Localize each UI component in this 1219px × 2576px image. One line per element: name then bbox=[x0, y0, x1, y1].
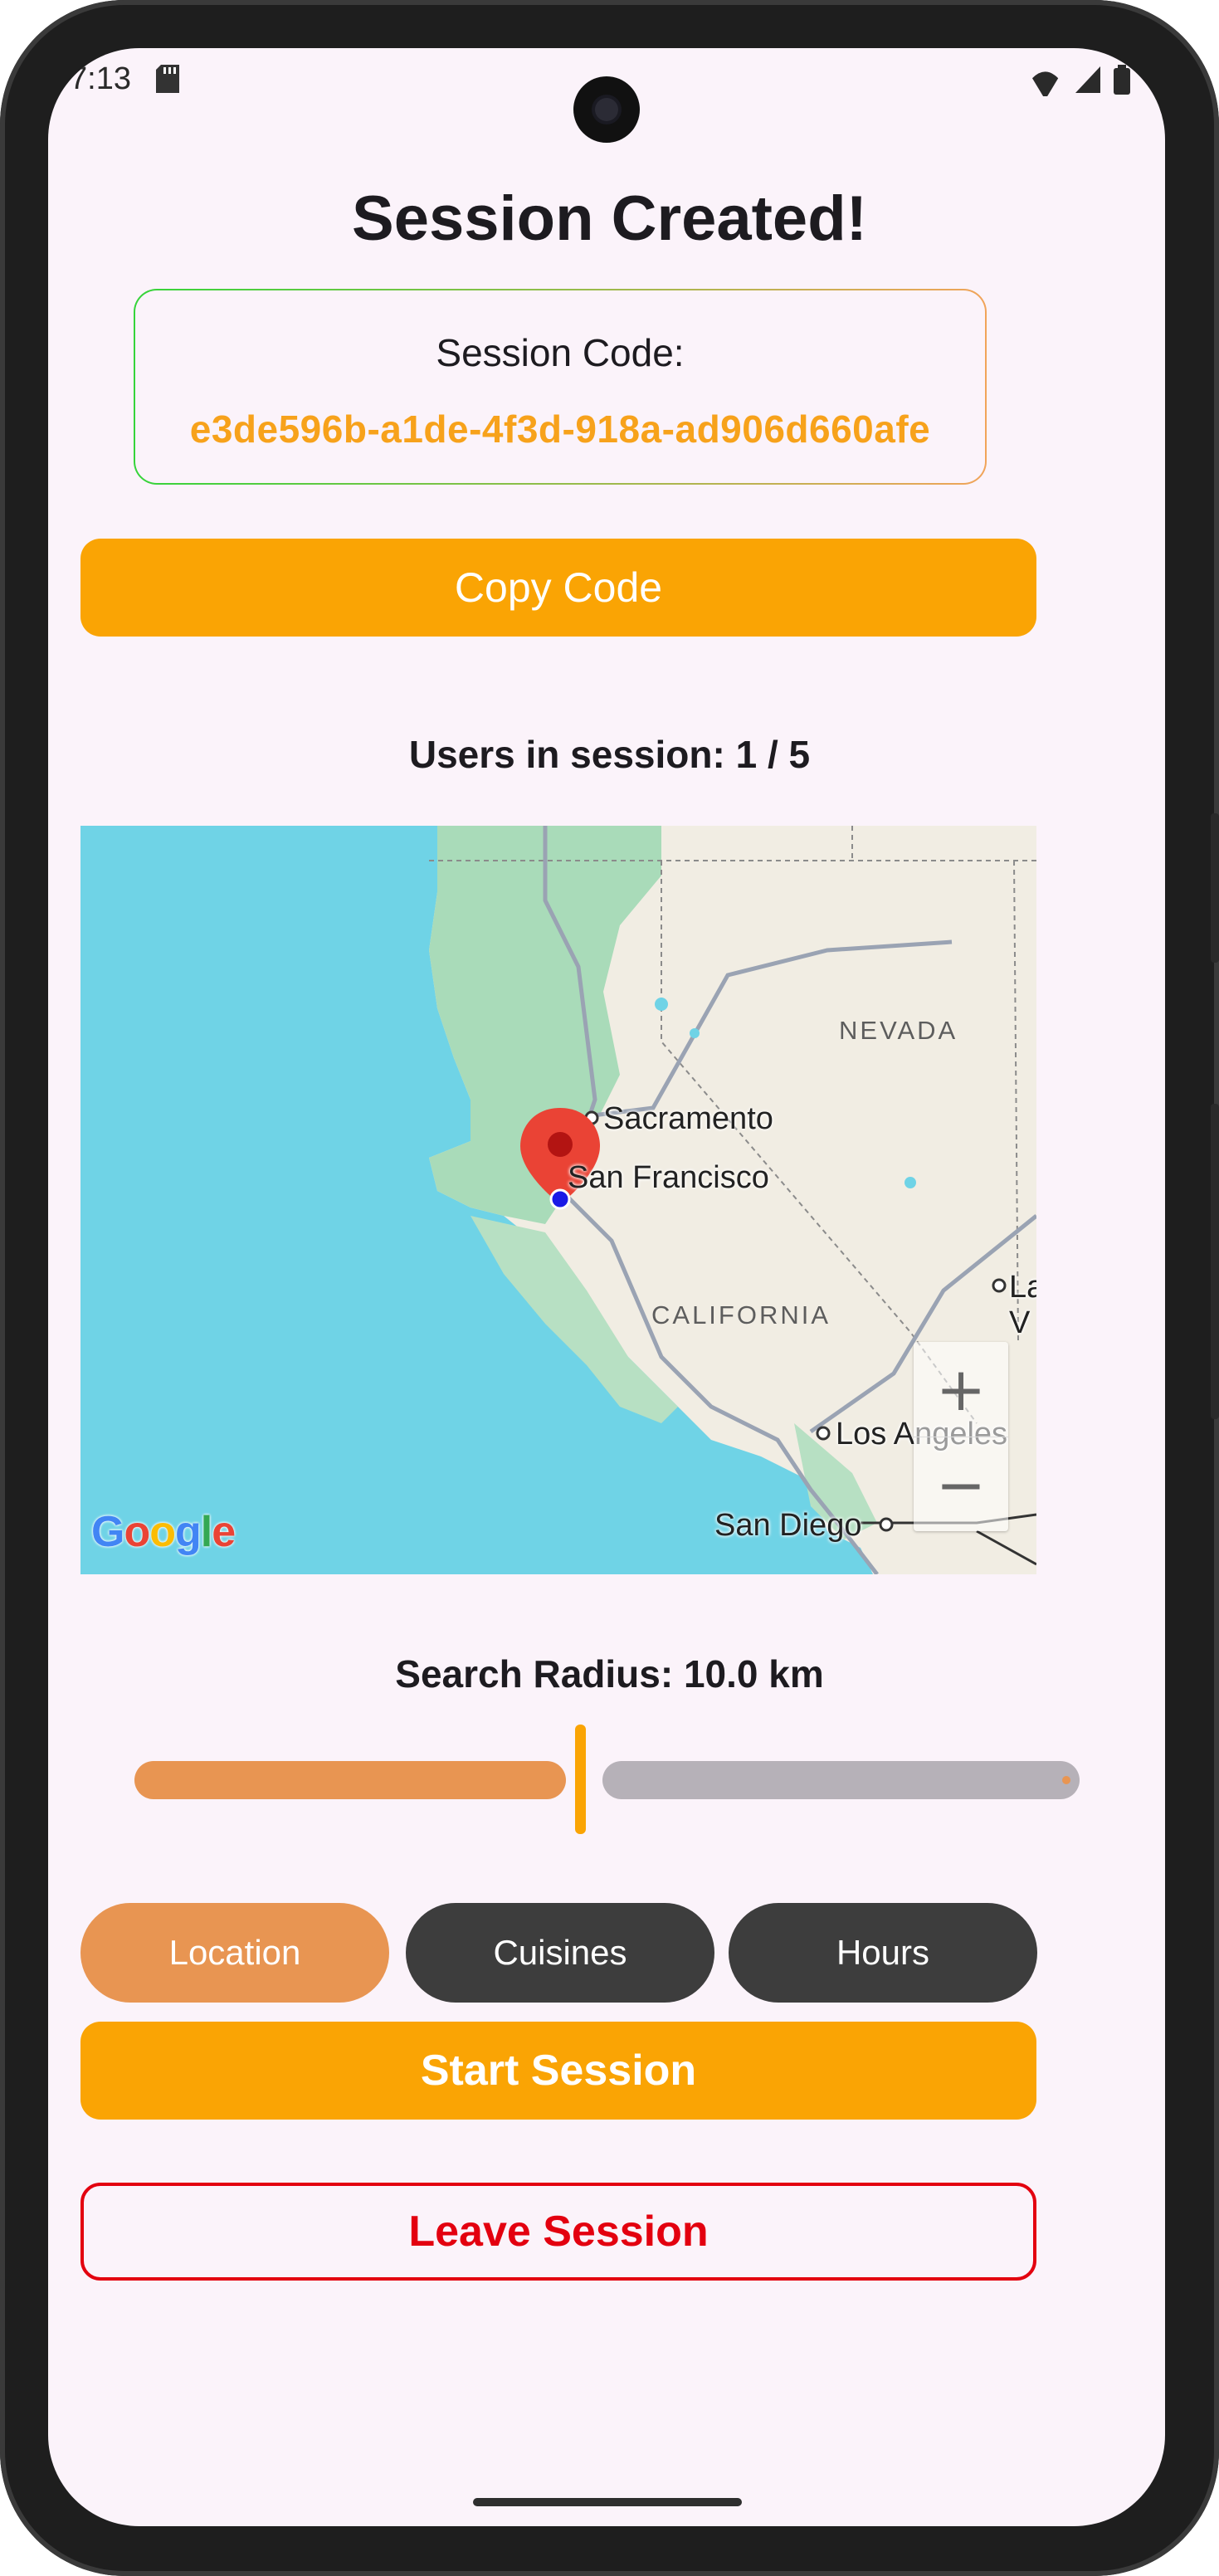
power-button bbox=[1211, 813, 1219, 963]
slider-stop-indicator bbox=[1062, 1776, 1070, 1784]
session-code-value: e3de596b-a1de-4f3d-918a-ad906d660afe bbox=[189, 407, 931, 451]
front-camera bbox=[573, 76, 640, 143]
map-label-california: CALIFORNIA bbox=[651, 1300, 831, 1329]
slider-thumb[interactable] bbox=[575, 1725, 586, 1834]
map-label-nevada: NEVADA bbox=[839, 1016, 958, 1045]
google-logo: Google bbox=[91, 1508, 236, 1556]
search-radius-slider[interactable] bbox=[116, 1716, 1080, 1841]
zoom-out-button[interactable]: − bbox=[914, 1437, 1008, 1531]
start-session-button[interactable]: Start Session bbox=[80, 2022, 1036, 2120]
session-code-label: Session Code: bbox=[436, 331, 685, 374]
signal-icon bbox=[1075, 66, 1100, 93]
map-label-san-francisco: San Francisco bbox=[568, 1160, 769, 1195]
copy-code-button[interactable]: Copy Code bbox=[80, 539, 1036, 637]
battery-icon bbox=[1114, 65, 1130, 95]
session-code-card: Session Code: e3de596b-a1de-4f3d-918a-ad… bbox=[134, 289, 987, 485]
wifi-icon bbox=[1032, 71, 1059, 96]
tab-hours[interactable]: Hours bbox=[729, 1903, 1037, 2003]
sd-card-icon bbox=[156, 65, 179, 93]
map-label-sacramento: Sacramento bbox=[603, 1101, 773, 1136]
status-time: 7:13 bbox=[70, 61, 131, 96]
zoom-in-button[interactable]: + bbox=[914, 1342, 1008, 1436]
users-in-session-text: Users in session: 1 / 5 bbox=[408, 733, 811, 776]
map-tiles bbox=[429, 826, 1036, 1574]
home-indicator[interactable] bbox=[473, 2498, 742, 2506]
status-icons bbox=[1032, 65, 1130, 96]
tab-cuisines[interactable]: Cuisines bbox=[406, 1903, 714, 2003]
leave-session-button[interactable]: Leave Session bbox=[80, 2183, 1036, 2281]
slider-active-track bbox=[134, 1761, 566, 1799]
map-view[interactable]: NEVADA Sacramento San Francisco CALIFORN… bbox=[80, 826, 1036, 1574]
page-title: Session Created! bbox=[352, 183, 867, 254]
search-radius-label: Search Radius: 10.0 km bbox=[395, 1652, 824, 1695]
map-label-san-diego: San Diego bbox=[714, 1508, 862, 1543]
tab-location[interactable]: Location bbox=[80, 1903, 389, 2003]
map-label-las-vegas: Las V bbox=[1009, 1270, 1036, 1340]
volume-button bbox=[1211, 1104, 1219, 1419]
map-zoom-controls: + − bbox=[914, 1342, 1008, 1531]
current-location-icon bbox=[549, 1188, 571, 1210]
slider-inactive-track[interactable] bbox=[602, 1761, 1080, 1799]
